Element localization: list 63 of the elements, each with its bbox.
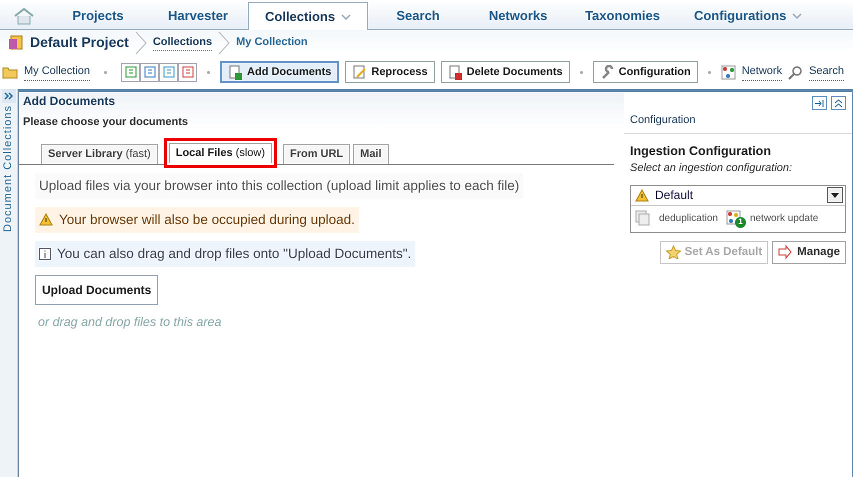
warning-icon xyxy=(635,188,649,202)
double-chevron-icon xyxy=(4,91,14,101)
info-icon xyxy=(39,248,51,260)
nav-tab[interactable]: Collections xyxy=(248,2,368,30)
nav-tab[interactable]: Configurations xyxy=(676,2,820,29)
nav-tab[interactable]: Projects xyxy=(48,2,148,29)
arrow-icon xyxy=(778,245,794,260)
folder-icon xyxy=(2,65,18,79)
network-icon xyxy=(720,64,736,80)
info-message: You can also drag and drop files onto "Upload Documents". xyxy=(35,241,416,268)
project-title[interactable]: Default Project xyxy=(30,32,129,53)
star-icon xyxy=(666,245,681,260)
toolbar-button[interactable]: Delete Documents xyxy=(440,61,570,83)
breadcrumb-link[interactable]: My Collection xyxy=(236,34,308,51)
nav-tab[interactable]: Search xyxy=(368,2,468,29)
download-button[interactable] xyxy=(159,62,178,82)
edit-button[interactable] xyxy=(121,62,140,82)
source-tab[interactable]: From URL xyxy=(282,144,350,164)
source-tab[interactable]: Mail xyxy=(353,144,389,164)
feature-label: deduplication xyxy=(659,212,718,226)
dropdown-button[interactable] xyxy=(827,187,843,204)
section-title: Ingestion Configuration xyxy=(630,142,772,160)
config-select[interactable]: Default xyxy=(631,186,845,206)
home-icon xyxy=(13,7,35,25)
caret-icon xyxy=(831,192,839,198)
warning-icon xyxy=(39,213,53,226)
panel-subtitle: Please choose your documents xyxy=(23,114,190,130)
add-document-icon xyxy=(228,64,244,80)
upload-button[interactable]: Upload Documents xyxy=(35,275,158,306)
expand-button[interactable] xyxy=(2,89,16,103)
nav-tab[interactable]: Taxonomies xyxy=(568,2,677,29)
description-text: Upload files via your browser into this collection (upload limit applies to each file) xyxy=(35,172,524,199)
delete-document-icon xyxy=(448,64,463,80)
pin-icon xyxy=(814,98,825,108)
manage-button[interactable]: Manage xyxy=(772,240,846,264)
toolbar-link[interactable]: Search xyxy=(809,63,844,81)
toolbar-button[interactable]: Configuration xyxy=(592,61,698,83)
pin-button[interactable] xyxy=(812,96,827,110)
trash-button[interactable] xyxy=(178,62,198,82)
source-tab[interactable]: Server Library (fast) xyxy=(41,144,158,164)
search-icon xyxy=(788,64,804,80)
nav-tab[interactable]: Networks xyxy=(468,2,568,29)
collapse-button[interactable] xyxy=(831,96,846,110)
source-tab[interactable]: Local Files (slow) xyxy=(168,143,272,162)
project-icon xyxy=(8,34,24,50)
collapse-icon xyxy=(834,98,843,108)
wrench-icon xyxy=(600,64,615,80)
feature-label: network update xyxy=(750,212,818,226)
chevron-icon xyxy=(218,30,230,54)
nav-tab[interactable]: Harvester xyxy=(148,2,248,29)
hint-text: Select an ingestion configuration: xyxy=(630,161,794,176)
collection-link[interactable]: My Collection xyxy=(24,63,90,81)
drop-hint: or drag and drop files to this area xyxy=(38,314,222,332)
toolbar-link[interactable]: Network xyxy=(742,63,782,81)
section-header: Configuration xyxy=(624,112,852,134)
toolbar-button[interactable]: Reprocess xyxy=(345,61,435,83)
warning-message: Your browser will also be occupied during upload. xyxy=(35,206,359,233)
chevron-icon xyxy=(134,30,147,54)
panel-title: Add Documents xyxy=(23,92,116,110)
copy-button[interactable] xyxy=(140,62,160,82)
toolbar-button[interactable]: Add Documents xyxy=(220,61,340,83)
document-icon xyxy=(352,64,368,80)
breadcrumb-link[interactable]: Collections xyxy=(152,34,212,52)
